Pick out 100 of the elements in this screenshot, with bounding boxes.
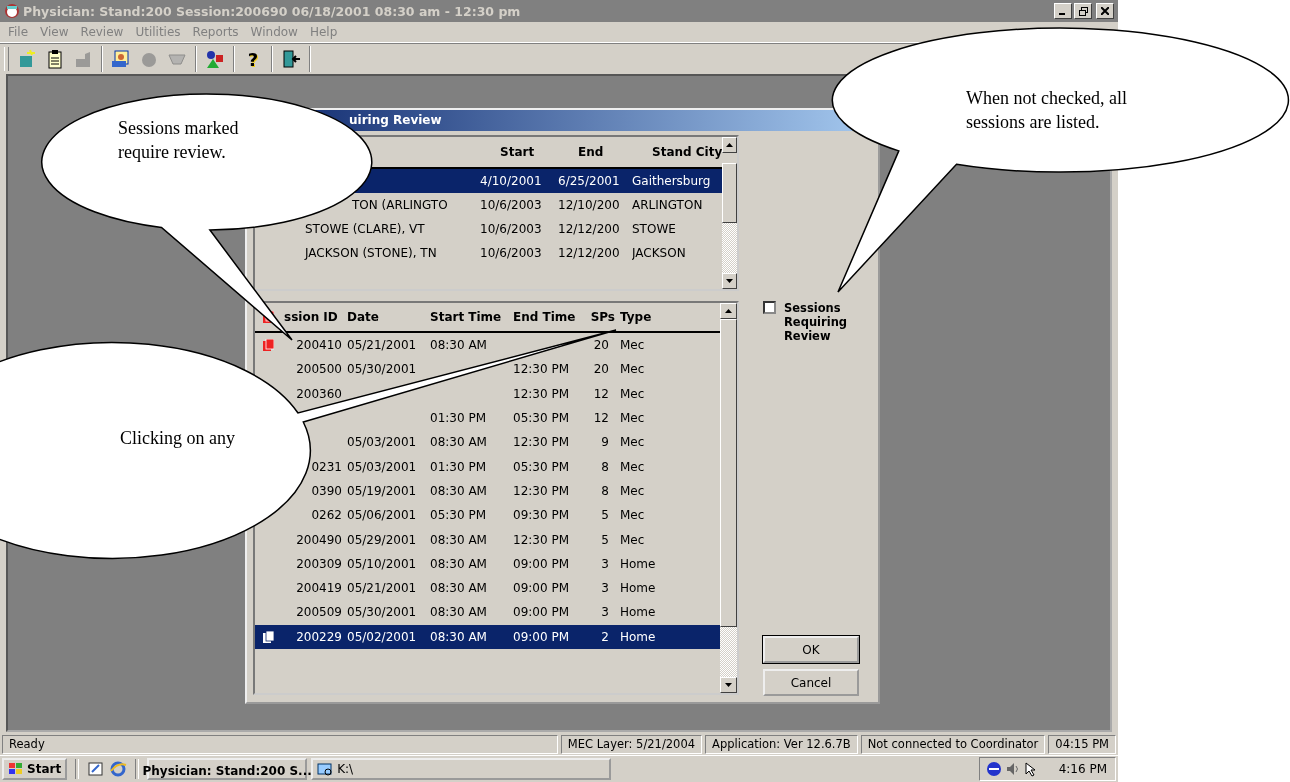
session-row[interactable]: 200229 05/02/2001 08:30 AM 09:00 PM 2 Home — [255, 624, 720, 649]
table-cell: 08:30 AM — [430, 556, 487, 571]
table-cell: Home — [620, 629, 656, 644]
table-cell: 3 — [601, 605, 609, 620]
clock: 4:16 PM — [1058, 762, 1107, 776]
table-cell: 05/21/2001 — [347, 338, 417, 353]
table-cell: 12:30 PM — [513, 532, 569, 547]
minimize-button[interactable] — [1054, 3, 1072, 19]
table-cell: Mec — [620, 411, 645, 426]
session-row[interactable]: 200410 05/21/2001 08:30 AM 20 Mec — [255, 333, 720, 358]
table-cell: TON (ARLINGTO — [352, 198, 448, 212]
scrollbar-thumb[interactable] — [720, 319, 737, 627]
table-cell: 10/6/2003 — [480, 222, 542, 236]
status-panel: MEC Layer: 5/21/2004 — [560, 735, 703, 754]
table-cell: 01:30 PM — [430, 411, 486, 426]
up-arrow-icon — [725, 309, 732, 313]
scroll-down-button[interactable] — [722, 273, 737, 289]
table-cell: 6/25/2001 — [558, 174, 620, 188]
table-cell: 200419 — [296, 581, 342, 596]
exit-door-icon[interactable] — [281, 49, 301, 69]
table-cell: 12:30 PM — [513, 386, 569, 401]
table-cell: STOWE (CLARE), VT — [305, 222, 425, 236]
session-row[interactable]: 200509 05/30/2001 08:30 AM 09:00 PM 3 Home — [255, 600, 720, 625]
clipboard-icon[interactable] — [45, 49, 65, 69]
table-cell: 12:30 PM — [513, 435, 569, 450]
table-cell: 09:00 PM — [513, 629, 569, 644]
table-cell: 05/30/2001 — [347, 362, 417, 377]
table-cell: 200410 — [296, 338, 342, 353]
checkbox[interactable] — [763, 301, 776, 314]
session-row[interactable]: 200490 05/29/2001 08:30 AM 12:30 PM 5 Mec — [255, 527, 720, 552]
table-cell: 12/12/200 — [558, 246, 620, 260]
session-row[interactable]: 200309 05/10/2001 08:30 AM 09:00 PM 3 Home — [255, 551, 720, 576]
stand-row[interactable]: JACKSON (STONE), TN 10/6/2003 12/12/200 JACKSON — [255, 241, 723, 265]
browser-icon[interactable] — [109, 760, 128, 778]
network-icon[interactable] — [985, 761, 1002, 777]
help-icon[interactable]: ? — [243, 48, 263, 70]
ok-button[interactable]: OK — [763, 636, 859, 663]
table-cell: 5 — [601, 532, 609, 547]
restore-button[interactable] — [1074, 3, 1092, 19]
column-header[interactable]: Type — [615, 310, 720, 324]
cancel-button[interactable]: Cancel — [763, 669, 859, 696]
session-row[interactable]: 200500 05/30/2001 12:30 PM 20 Mec — [255, 357, 720, 382]
table-cell: JACKSON — [632, 246, 686, 260]
table-cell: 08:30 AM — [430, 338, 487, 353]
table-cell: 05/21/2001 — [347, 581, 417, 596]
table-cell: 9 — [601, 435, 609, 450]
windows-logo-icon — [8, 762, 24, 776]
callout-text: When not checked, all sessions are listed. — [966, 87, 1128, 134]
table-cell: 05/29/2001 — [347, 532, 417, 547]
table-cell: 5 — [601, 508, 609, 523]
table-cell: 05/10/2001 — [347, 556, 417, 571]
table-cell: Mec — [620, 508, 645, 523]
column-header[interactable]: SPs — [587, 310, 615, 324]
column-header[interactable]: ssion ID — [284, 310, 345, 324]
column-header[interactable]: Start Time — [423, 310, 507, 324]
table-cell: Home — [620, 605, 656, 620]
table-cell: 01:30 PM — [430, 459, 486, 474]
table-cell: Home — [620, 581, 656, 596]
desktop-icon[interactable] — [87, 760, 106, 778]
table-cell: Mec — [620, 338, 645, 353]
start-button[interactable]: Start — [2, 758, 68, 780]
table-cell: 08:30 AM — [430, 483, 487, 498]
scroll-up-button[interactable] — [722, 137, 737, 153]
table-cell: 12/12/200 — [558, 222, 620, 236]
table-cell: 09:30 PM — [513, 508, 569, 523]
up-arrow-icon — [726, 143, 734, 147]
table-cell: 05:30 PM — [513, 459, 569, 474]
scroll-up-button[interactable] — [720, 303, 737, 319]
table-cell: Mec — [620, 459, 645, 474]
table-cell: 12 — [593, 411, 609, 426]
table-cell: 08:30 AM — [430, 605, 487, 620]
id-card-icon[interactable] — [111, 49, 131, 69]
table-cell: 05/03/2001 — [347, 435, 417, 450]
column-header[interactable]: Stand City — [632, 145, 723, 159]
folder-icon — [317, 761, 334, 777]
table-cell: 3 — [601, 556, 609, 571]
doctor-icon — [4, 3, 20, 19]
table-cell: 20 — [593, 338, 609, 353]
shapes-icon[interactable] — [205, 49, 225, 69]
close-button[interactable] — [1096, 3, 1114, 19]
table-cell: Mec — [620, 362, 645, 377]
scrollbar-thumb[interactable] — [722, 163, 737, 223]
session-row[interactable]: 200419 05/21/2001 08:30 AM 09:00 PM 3 Home — [255, 575, 720, 601]
column-header[interactable]: Date — [345, 310, 423, 324]
table-cell: Gaithersburg — [632, 174, 711, 188]
table-cell: 05/30/2001 — [347, 605, 417, 620]
table-cell: 3 — [601, 581, 609, 596]
down-arrow-icon — [725, 683, 732, 687]
table-cell: 200309 — [296, 556, 342, 571]
column-header[interactable]: End — [558, 145, 632, 159]
new-folder-icon[interactable] — [17, 49, 37, 69]
column-header[interactable]: End Time — [507, 310, 587, 324]
scroll-down-button[interactable] — [720, 677, 737, 693]
table-cell: 0231 — [311, 459, 342, 474]
taskbar-button[interactable]: K:\ — [311, 758, 612, 780]
table-cell: 200360 — [296, 386, 342, 401]
column-header[interactable]: Start — [480, 145, 558, 159]
table-cell: JACKSON (STONE), TN — [305, 246, 437, 260]
speaker-icon[interactable] — [1004, 761, 1021, 777]
close-icon — [1101, 7, 1109, 15]
